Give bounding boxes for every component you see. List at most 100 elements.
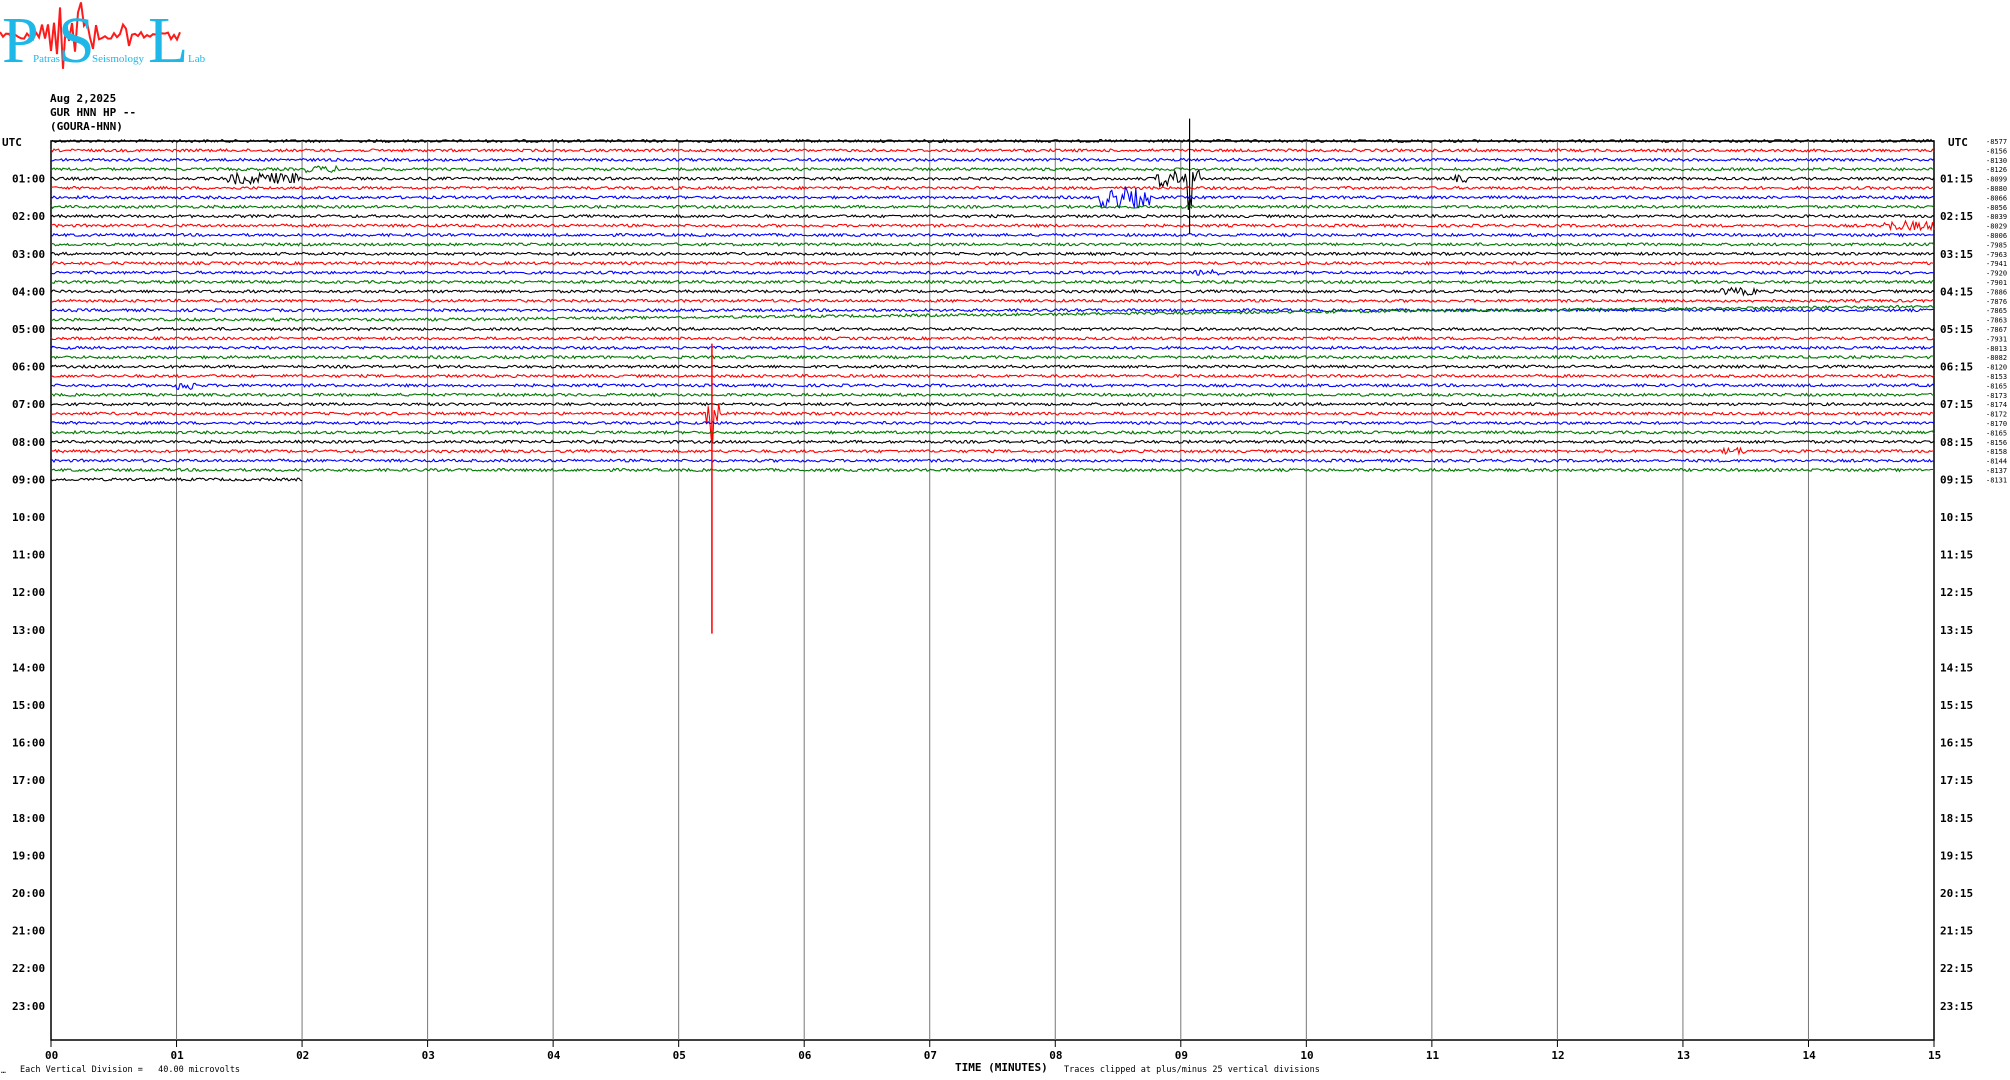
trace-row: [50, 168, 1935, 210]
trace-row: [50, 364, 1935, 370]
left-utc-label: UTC: [2, 136, 22, 149]
minute-tick-label: 04: [547, 1049, 561, 1062]
trace-row: [50, 251, 1935, 257]
header-date: Aug 2,2025: [50, 92, 116, 105]
minute-tick-label: 05: [673, 1049, 686, 1062]
trace-row: [50, 260, 1935, 266]
hour-label-left: 12:00: [12, 586, 45, 599]
logo-letter-s: S: [58, 4, 95, 77]
row-offset-label: -8099: [1986, 176, 2007, 184]
trace-row: [50, 286, 1935, 297]
hour-label-left: 07:00: [12, 398, 45, 411]
trace-row: [50, 204, 1935, 210]
scale-note: Each Vertical Division = 40.00 microvolt…: [20, 1065, 240, 1075]
row-offset-label: -7920: [1986, 270, 2007, 278]
hour-label-right: 09:15: [1940, 473, 1973, 486]
row-offset-label: -7901: [1986, 279, 2007, 287]
hour-label-right: 06:15: [1940, 361, 1973, 374]
psl-logo: P S L Patras Seismology Lab: [0, 2, 206, 77]
row-offset-label: -7886: [1986, 288, 2007, 296]
trace-row: [50, 429, 1935, 435]
hour-label-right: 19:15: [1940, 849, 1973, 862]
trace-row: [50, 392, 1935, 398]
trace-row: [50, 185, 1935, 210]
row-offset-label: -8006: [1986, 232, 2007, 240]
minute-tick-label: 15: [1928, 1049, 1941, 1062]
minute-axis: 00 01 02 03 04 05 06 07 08 09 10 11 12 13 14 15: [45, 1040, 1941, 1062]
row-offset-label: -8577: [1986, 138, 2007, 146]
trace-row: [50, 458, 1935, 464]
row-offset-label: -8130: [1986, 157, 2007, 165]
minute-tick-label: 00: [45, 1049, 58, 1062]
row-offset-label: -7985: [1986, 241, 2007, 249]
trace-row: [50, 467, 1935, 473]
trace-row: [50, 242, 1935, 247]
trace-row: [50, 185, 1934, 191]
minute-tick-label: 01: [171, 1049, 185, 1062]
row-offset-label: -8158: [1986, 448, 2007, 456]
hour-label-left: 14:00: [12, 661, 45, 674]
header-station: (GOURA-HNN): [50, 120, 123, 133]
trace-row: [50, 298, 1935, 304]
row-offset-label: -8156: [1986, 439, 2007, 447]
row-offset-label: -7931: [1986, 335, 2007, 343]
hour-label-left: 23:00: [12, 1000, 45, 1013]
minute-tick-label: 03: [422, 1049, 435, 1062]
hour-label-right: 02:15: [1940, 210, 1973, 223]
minute-tick-label: 07: [924, 1049, 937, 1062]
row-offset-label: -7863: [1986, 317, 2007, 325]
hour-label-right: 03:15: [1940, 248, 1973, 261]
row-offset-label: -8144: [1986, 458, 2007, 466]
trace-row: [50, 420, 1935, 426]
trace-row: [50, 336, 1935, 341]
minute-tick-label: 02: [296, 1049, 309, 1062]
row-offset-label: -7941: [1986, 260, 2007, 268]
trace-row: [50, 446, 1935, 456]
hour-label-left: 06:00: [12, 361, 45, 374]
hour-label-left: 16:00: [12, 737, 45, 750]
row-offset-label: -7867: [1986, 326, 2007, 334]
header-channel: GUR HNN HP --: [50, 106, 136, 119]
minute-tick-label: 09: [1175, 1049, 1188, 1062]
row-offset-label: -8126: [1986, 166, 2007, 174]
row-offset-label: -8137: [1986, 467, 2007, 475]
trace-row: [50, 354, 1935, 360]
hour-label-right: 05:15: [1940, 323, 1973, 336]
hour-label-left: 03:00: [12, 248, 45, 261]
trace-row: [50, 304, 1935, 323]
minute-gridlines: [176, 141, 1809, 1040]
trace-row: [50, 147, 1935, 153]
logo-letter-l: L: [148, 4, 188, 77]
trace-row: [50, 213, 1935, 219]
corner-mark: …: [1, 1066, 6, 1075]
x-axis-title: TIME (MINUTES): [955, 1061, 1048, 1074]
trace-row: [50, 232, 1935, 238]
hour-label-right: 16:15: [1940, 737, 1973, 750]
row-offset-label: -8165: [1986, 429, 2007, 437]
row-offset-label: -7876: [1986, 298, 2007, 306]
trace-row: [50, 401, 1935, 407]
trace-row: [50, 157, 1935, 163]
logo-letter-p: P: [2, 4, 39, 77]
plot-frame: [50, 140, 1935, 1041]
hour-label-left: 17:00: [12, 774, 45, 787]
hour-label-left: 05:00: [12, 323, 45, 336]
row-offset-label: -8120: [1986, 364, 2007, 372]
row-offset-label: -8156: [1986, 147, 2007, 155]
hour-label-left: 19:00: [12, 849, 45, 862]
hour-label-left: 13:00: [12, 624, 45, 637]
row-offset-label: -8013: [1986, 345, 2007, 353]
logo-word-patras: Patras: [33, 53, 60, 65]
hour-label-left: 08:00: [12, 436, 45, 449]
row-offset-label: -8173: [1986, 392, 2007, 400]
row-offset-label: -8066: [1986, 194, 2007, 202]
row-offset-label: -7865: [1986, 307, 2007, 315]
hour-label-right: 10:15: [1940, 511, 1973, 524]
trace-row: [50, 219, 1935, 232]
seismogram-traces: [50, 118, 1935, 634]
hour-label-right: 13:15: [1940, 624, 1973, 637]
hour-label-right: 18:15: [1940, 812, 1973, 825]
hour-label-right: 22:15: [1940, 962, 1973, 975]
row-offset-labels: -8577-8156-8130-8126-8099-8080-8066-8056…: [1986, 138, 2007, 484]
trace-row: [50, 345, 1935, 351]
